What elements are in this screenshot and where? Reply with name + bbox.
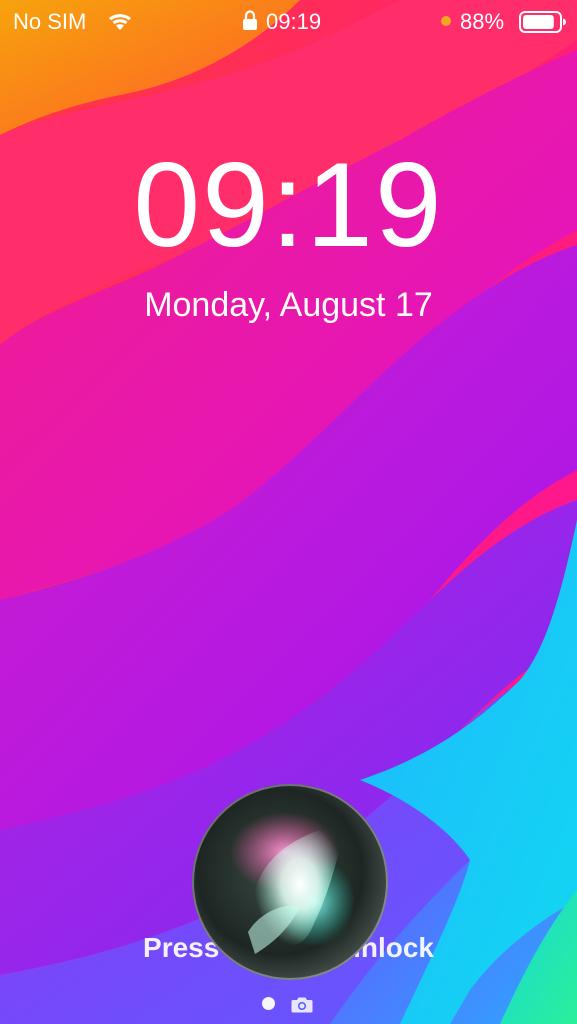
recording-indicator-dot — [441, 16, 451, 26]
lock-screen[interactable]: No SIM 09:19 88% 09:19 Monday, August 17… — [0, 0, 577, 1024]
status-time: 09:19 — [266, 9, 322, 34]
wifi-icon — [109, 14, 131, 30]
battery-percent: 88% — [460, 9, 505, 34]
status-bar: No SIM 09:19 88% — [0, 0, 577, 44]
siri-orb-icon[interactable] — [190, 782, 390, 982]
page-dot-icon — [262, 997, 275, 1010]
camera-icon[interactable] — [291, 996, 313, 1013]
lock-screen-clock: 09:19 — [133, 138, 444, 272]
carrier-label: No SIM — [13, 9, 87, 34]
status-center: 09:19 — [242, 8, 342, 36]
lock-icon — [243, 10, 257, 30]
battery-icon — [519, 11, 566, 33]
lock-screen-date: Monday, August 17 — [144, 286, 433, 324]
